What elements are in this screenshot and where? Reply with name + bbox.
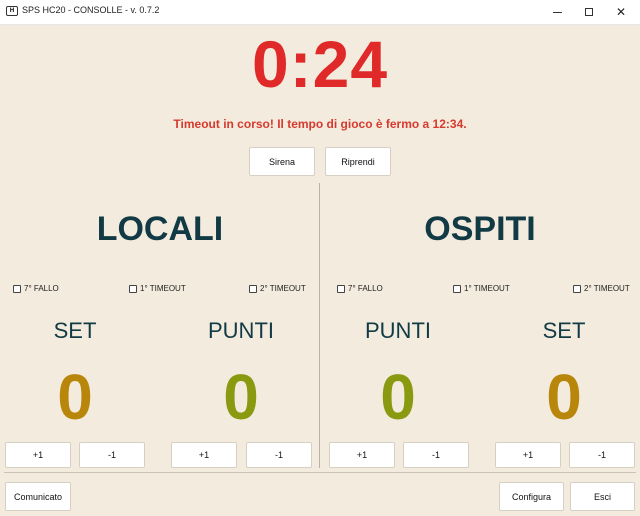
configure-button[interactable]: Configura <box>499 482 564 511</box>
away-set-value: 0 <box>546 361 582 433</box>
resume-button[interactable]: Riprendi <box>325 147 391 176</box>
game-timer: 0:24 <box>251 27 389 101</box>
exit-button[interactable]: Esci <box>570 482 635 511</box>
checkbox-label: 7° FALLO <box>24 284 59 293</box>
checkbox-box[interactable] <box>249 284 257 293</box>
close-icon: ✕ <box>615 5 627 19</box>
home-set-minus-button[interactable]: -1 <box>79 442 145 468</box>
home-set-plus-button[interactable]: +1 <box>5 442 71 468</box>
away-set-minus-button[interactable]: -1 <box>569 442 635 468</box>
away-set-label: SET <box>542 318 586 343</box>
siren-button[interactable]: Sirena <box>249 147 315 176</box>
checkbox-label: 2° TIMEOUT <box>584 284 630 293</box>
title-bar: H SPS HC20 - CONSOLLE - v. 0.7.2 ✕ <box>0 0 640 25</box>
checkbox-label: 1° TIMEOUT <box>140 284 186 293</box>
minimize-button[interactable] <box>540 0 574 24</box>
away-2nd-timeout-checkbox[interactable]: 2° TIMEOUT <box>573 284 630 293</box>
home-2nd-timeout-checkbox[interactable]: 2° TIMEOUT <box>249 284 306 293</box>
checkbox-box[interactable] <box>13 284 21 293</box>
home-points-label: PUNTI <box>208 318 274 343</box>
minimize-icon <box>552 11 562 13</box>
footer-divider <box>4 472 636 473</box>
window-title: SPS HC20 - CONSOLLE - v. 0.7.2 <box>22 5 160 15</box>
maximize-icon <box>585 8 593 16</box>
checkbox-box[interactable] <box>129 284 137 293</box>
away-points-plus-button[interactable]: +1 <box>329 442 395 468</box>
home-7th-foul-checkbox[interactable]: 7° FALLO <box>13 284 59 293</box>
home-set-value: 0 <box>57 361 93 433</box>
away-points-minus-button[interactable]: -1 <box>403 442 469 468</box>
away-points-label: PUNTI <box>365 318 431 343</box>
maximize-button[interactable] <box>572 0 606 24</box>
away-set-plus-button[interactable]: +1 <box>495 442 561 468</box>
away-points-value: 0 <box>380 361 416 433</box>
close-button[interactable]: ✕ <box>604 0 638 24</box>
checkbox-label: 2° TIMEOUT <box>260 284 306 293</box>
status-message: Timeout in corso! Il tempo di gioco è fe… <box>173 117 467 131</box>
announcement-button[interactable]: Comunicato <box>5 482 71 511</box>
home-team-name: LOCALI <box>96 210 224 248</box>
home-points-minus-button[interactable]: -1 <box>246 442 312 468</box>
home-1st-timeout-checkbox[interactable]: 1° TIMEOUT <box>129 284 186 293</box>
away-1st-timeout-checkbox[interactable]: 1° TIMEOUT <box>453 284 510 293</box>
home-points-plus-button[interactable]: +1 <box>171 442 237 468</box>
checkbox-label: 1° TIMEOUT <box>464 284 510 293</box>
checkbox-box[interactable] <box>573 284 581 293</box>
checkbox-label: 7° FALLO <box>348 284 383 293</box>
away-7th-foul-checkbox[interactable]: 7° FALLO <box>337 284 383 293</box>
home-set-label: SET <box>53 318 97 343</box>
checkbox-box[interactable] <box>337 284 345 293</box>
checkbox-box[interactable] <box>453 284 461 293</box>
away-team-name: OSPITI <box>424 210 536 248</box>
home-points-value: 0 <box>223 361 259 433</box>
app-icon: H <box>6 6 18 16</box>
